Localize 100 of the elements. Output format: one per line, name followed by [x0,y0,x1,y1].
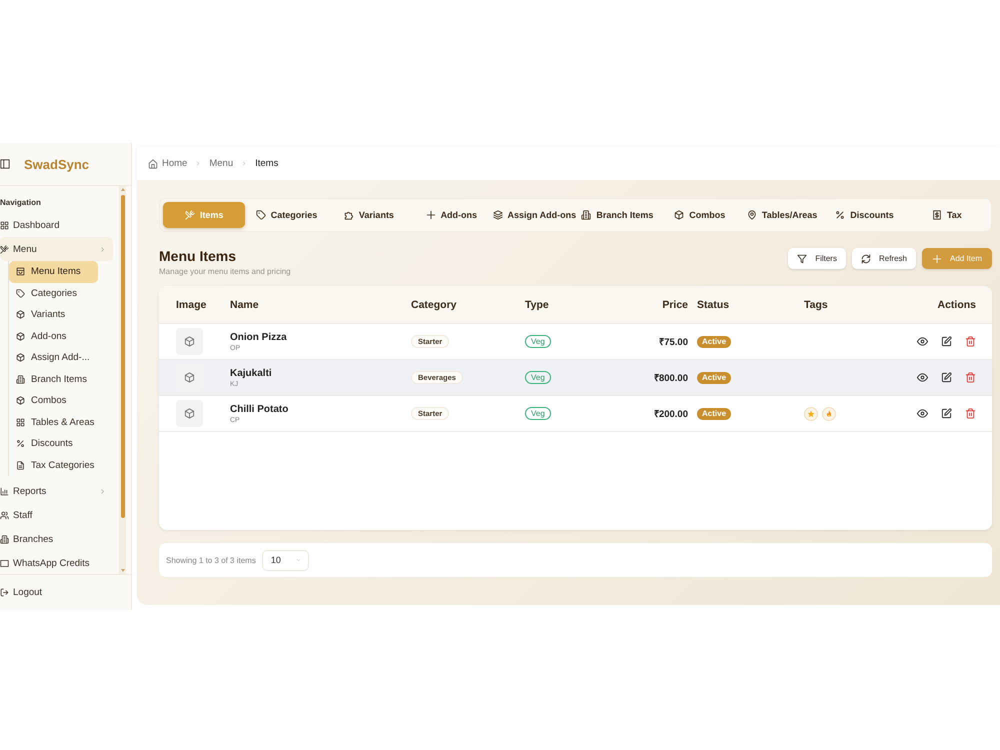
status-badge: Active [697,336,732,348]
home-icon [148,158,158,168]
tab[interactable]: Branch Items [576,202,659,228]
eye-icon[interactable] [917,336,928,347]
nav-item[interactable]: Reports [0,479,113,503]
nav-subitem[interactable]: Branch Items [9,368,98,390]
receipt-icon [932,210,942,220]
nav-subitem[interactable]: Variants [9,304,98,326]
chevron-down-icon [294,558,302,562]
cube-icon [674,210,684,220]
trash-icon[interactable] [965,408,976,419]
chevron-right-icon [242,160,246,167]
price-text: ₹200.00 [654,408,688,420]
type-badge: Veg [525,371,551,384]
breadcrumb-link[interactable]: Menu [209,158,234,169]
price-text: ₹800.00 [654,372,688,384]
toolbar-button[interactable]: Refresh [852,248,916,269]
status-badge: Active [697,408,732,420]
cube-icon [16,332,25,341]
bar-chart-icon [0,486,9,496]
eye-icon[interactable] [917,372,928,383]
page-subtitle: Manage your menu items and pricing [159,267,291,276]
logout-icon [0,588,9,597]
nav-subitem[interactable]: Discounts [9,433,98,454]
column-header: Type [525,298,550,310]
tab[interactable]: Tax [906,202,988,228]
tab[interactable]: Add-ons [410,202,492,228]
page-size-select[interactable]: 10 [262,550,309,570]
bag-icon [16,267,25,276]
nav-item[interactable]: Staff [0,503,113,527]
pagination-summary: Showing 1 to 3 of 3 items [166,556,256,564]
document-icon [16,460,25,470]
trash-icon[interactable] [965,372,976,383]
grid-icon [0,220,9,230]
tag-icon [16,288,25,298]
chevron-right-icon [196,160,200,167]
nav-item[interactable]: Menu [0,237,113,261]
percent-icon [835,210,846,220]
column-header: Name [230,298,260,310]
trash-icon[interactable] [965,336,976,347]
cube-icon [184,408,195,419]
column-header: Status [696,298,730,310]
flame-icon [822,406,836,420]
nav-subitem[interactable]: Tables & Areas [9,412,98,433]
eye-icon[interactable] [917,408,928,419]
toolbar-button[interactable]: Filters [788,248,846,269]
tab[interactable]: Combos [658,202,741,228]
item-name: Onion Pizza [230,332,287,342]
puzzle-icon [344,210,354,220]
nav-section-label: Navigation [0,197,42,209]
nav-item[interactable]: WhatsApp Credits [0,551,113,575]
column-header: Actions [937,298,977,310]
column-header: Image [175,298,208,310]
page-title: Menu Items [159,248,238,265]
breadcrumb-link[interactable]: Items [255,158,278,169]
column-header: Price [662,298,688,310]
scrollbar-thumb[interactable] [120,195,124,518]
utensils-icon [184,210,195,220]
building-icon [0,534,9,544]
brand-name: SwadSync [24,156,90,172]
tab[interactable]: Discounts [823,202,906,228]
cube-icon [16,396,25,406]
tab[interactable]: Tables/Areas [740,202,824,228]
nav-subitem[interactable]: Add-ons [9,326,98,347]
users-icon [0,510,9,520]
type-badge: Veg [525,407,551,420]
column-header: Tags [803,298,829,310]
item-name: Kajukalti [230,368,272,378]
rectangle-icon [0,558,9,568]
nav-subitem[interactable]: Combos [9,390,98,412]
nav-subitem[interactable]: Tax Categories [9,454,98,476]
type-badge: Veg [525,335,551,348]
cube-icon [16,310,25,320]
tab[interactable]: Categories [245,202,328,228]
price-text: ₹75.00 [659,336,688,348]
nav-subitem[interactable]: Categories [9,282,98,304]
logout-button[interactable]: Logout [0,580,113,604]
map-pin-icon [746,210,757,220]
filter-icon [797,254,808,264]
layers-icon [492,210,502,220]
cube-icon [184,372,195,383]
nav-item[interactable]: Branches [0,527,113,551]
tab[interactable]: Assign Add-ons [492,202,576,228]
nav-subitem[interactable]: Assign Add-... [9,347,98,368]
tab[interactable]: Variants [328,202,410,228]
nav-item[interactable]: Dashboard [0,213,113,237]
utensils-icon [0,244,9,254]
scrollbar[interactable] [119,186,126,574]
percent-icon [16,439,25,448]
breadcrumb-link[interactable]: Home [148,158,188,169]
sidebar-toggle-icon[interactable] [0,159,10,169]
status-badge: Active [697,372,732,384]
cube-icon [184,336,195,347]
column-header: Category [411,298,458,310]
plus-icon [426,210,436,220]
item-name: Chilli Potato [230,404,288,414]
tag-icon [256,210,266,220]
nav-subitem[interactable]: Menu Items [9,261,98,282]
cube-icon [16,353,25,362]
building-icon [16,374,25,384]
